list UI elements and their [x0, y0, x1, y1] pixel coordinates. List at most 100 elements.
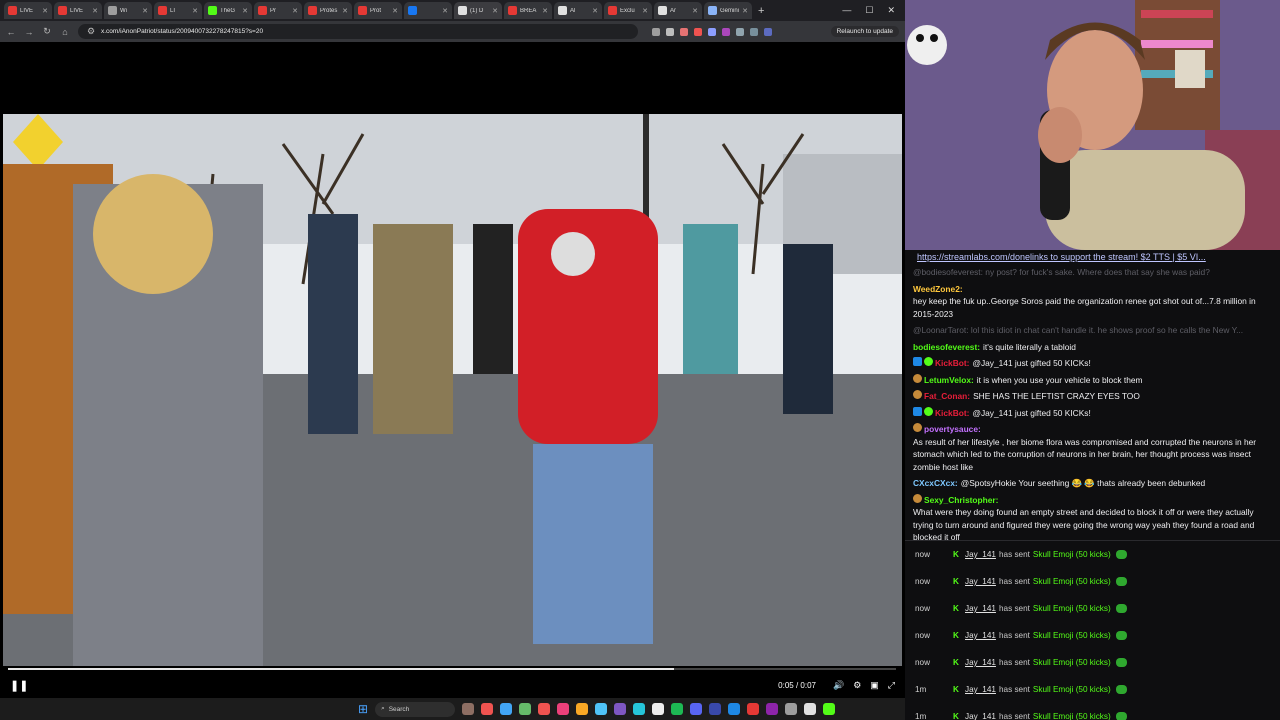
video-player[interactable]: ❚❚ 0:05 / 0:07 🔊 ⚙ ▣ ⤢: [0, 42, 905, 698]
discord-icon[interactable]: [690, 703, 703, 715]
browser-tab[interactable]: Ar ✕: [654, 2, 702, 19]
profile-avatar[interactable]: [764, 27, 772, 36]
browser-tab[interactable]: Prot ✕: [354, 2, 402, 19]
minimize-icon[interactable]: —: [842, 5, 851, 16]
back-icon[interactable]: ←: [6, 27, 16, 37]
chat-username[interactable]: KickBot:: [935, 357, 969, 370]
feed-username[interactable]: Jay_141: [965, 550, 996, 559]
browser-tab[interactable]: TheG ✕: [204, 2, 252, 19]
spotify-icon[interactable]: [671, 703, 684, 715]
app-icon[interactable]: [747, 703, 760, 715]
app-icon[interactable]: [633, 703, 646, 715]
browser-tab[interactable]: Gemini ✕: [704, 2, 752, 19]
browser-tab[interactable]: Exclu ✕: [604, 2, 652, 19]
tab-close-icon[interactable]: ✕: [742, 7, 748, 15]
volume-icon[interactable]: 🔊: [833, 680, 844, 691]
relaunch-button[interactable]: Relaunch to update: [830, 26, 899, 37]
home-icon[interactable]: ⌂: [60, 27, 70, 37]
browser-tab[interactable]: Pr ✕: [254, 2, 302, 19]
folder-icon[interactable]: [576, 703, 589, 715]
chat-username[interactable]: povertysauce:: [924, 423, 981, 436]
app-icon[interactable]: [652, 703, 665, 715]
puzzle-icon[interactable]: [750, 27, 758, 36]
tab-close-icon[interactable]: ✕: [42, 7, 48, 15]
taskbar: ⊞ ⌕ Search: [0, 698, 905, 720]
chat-banner-link[interactable]: https://streamlabs.com/donelinks to supp…: [911, 250, 1274, 264]
app-icon[interactable]: [709, 703, 722, 715]
app-icon[interactable]: [728, 703, 741, 715]
settings-icon[interactable]: ⚙: [853, 680, 861, 691]
chat-username[interactable]: WeedZone2:: [913, 283, 963, 296]
tab-close-icon[interactable]: ✕: [542, 7, 548, 15]
extension-icon[interactable]: [708, 27, 716, 36]
chat-username[interactable]: KickBot:: [935, 407, 969, 420]
feed-username[interactable]: Jay_141: [965, 631, 996, 640]
browser-tab[interactable]: Al ✕: [554, 2, 602, 19]
pause-icon[interactable]: ❚❚: [10, 679, 28, 692]
feed-username[interactable]: Jay_141: [965, 658, 996, 667]
fullscreen-icon[interactable]: ⤢: [888, 680, 895, 691]
app-icon[interactable]: [519, 703, 532, 715]
app-icon[interactable]: [595, 703, 608, 715]
tab-close-icon[interactable]: ✕: [392, 7, 398, 15]
app-icon[interactable]: [500, 703, 513, 715]
app-icon[interactable]: [766, 703, 779, 715]
video-progress-bar[interactable]: [8, 668, 896, 670]
browser-tab[interactable]: LIVE ✕: [4, 2, 52, 19]
close-icon[interactable]: ✕: [887, 5, 895, 16]
app-icon[interactable]: [614, 703, 627, 715]
feed-username[interactable]: Jay_141: [965, 577, 996, 586]
feed-username[interactable]: Jay_141: [965, 685, 996, 694]
reload-icon[interactable]: ↻: [42, 26, 52, 37]
new-tab-icon[interactable]: +: [758, 5, 764, 17]
extension-icon[interactable]: [680, 27, 688, 36]
tab-close-icon[interactable]: ✕: [592, 7, 598, 15]
tab-close-icon[interactable]: ✕: [192, 7, 198, 15]
feed-username[interactable]: Jay_141: [965, 604, 996, 613]
extension-icon[interactable]: [722, 27, 730, 36]
picture-in-picture-icon[interactable]: ▣: [870, 680, 879, 691]
tab-close-icon[interactable]: ✕: [242, 7, 248, 15]
kick-icon[interactable]: [823, 703, 836, 715]
browser-tab[interactable]: (1) D ✕: [454, 2, 502, 19]
browser-tab[interactable]: LI ✕: [154, 2, 202, 19]
app-icon[interactable]: [804, 703, 817, 715]
browser-tab[interactable]: Protes ✕: [304, 2, 352, 19]
taskbar-search[interactable]: ⌕ Search: [375, 701, 456, 717]
tab-close-icon[interactable]: ✕: [642, 7, 648, 15]
chat-username[interactable]: Fat_Conan:: [924, 390, 970, 403]
tab-close-icon[interactable]: ✕: [142, 7, 148, 15]
app-icon[interactable]: [785, 703, 798, 715]
app-icon[interactable]: [462, 703, 475, 715]
bookmark-star-icon[interactable]: [666, 27, 674, 36]
video-progress-fill: [8, 668, 674, 670]
tab-close-icon[interactable]: ✕: [692, 7, 698, 15]
forward-icon[interactable]: →: [24, 27, 34, 37]
share-icon[interactable]: [652, 27, 660, 36]
browser-tab[interactable]: BREA ✕: [504, 2, 552, 19]
feed-username[interactable]: Jay_141: [965, 712, 996, 720]
site-info-icon[interactable]: ⚙: [86, 26, 96, 37]
extension-icon[interactable]: [736, 27, 744, 36]
maximize-icon[interactable]: ☐: [865, 5, 873, 16]
tab-close-icon[interactable]: ✕: [292, 7, 298, 15]
chat-username[interactable]: bodiesofeverest:: [913, 341, 980, 354]
extension-icon[interactable]: [694, 27, 702, 36]
tab-close-icon[interactable]: ✕: [92, 7, 98, 15]
app-icon[interactable]: [557, 703, 570, 715]
url-input[interactable]: ⚙ x.com/iAnonPatriot/status/200940073227…: [78, 24, 638, 39]
app-icon[interactable]: [538, 703, 551, 715]
windows-start-icon[interactable]: ⊞: [358, 702, 368, 716]
chat-username[interactable]: CXcxCXcx:: [913, 477, 958, 490]
app-icon[interactable]: [481, 703, 494, 715]
browser-tab[interactable]: ✕: [404, 2, 452, 19]
browser-tab[interactable]: LIVE ✕: [54, 2, 102, 19]
chat-username[interactable]: Sexy_Christopher:: [924, 494, 998, 507]
tab-close-icon[interactable]: ✕: [492, 7, 498, 15]
chat-panel[interactable]: https://streamlabs.com/donelinks to supp…: [905, 250, 1280, 540]
video-frame[interactable]: [3, 114, 902, 666]
tab-close-icon[interactable]: ✕: [342, 7, 348, 15]
tab-close-icon[interactable]: ✕: [442, 7, 448, 15]
browser-tab[interactable]: Wi ✕: [104, 2, 152, 19]
chat-username[interactable]: LetumVelox:: [924, 374, 974, 387]
